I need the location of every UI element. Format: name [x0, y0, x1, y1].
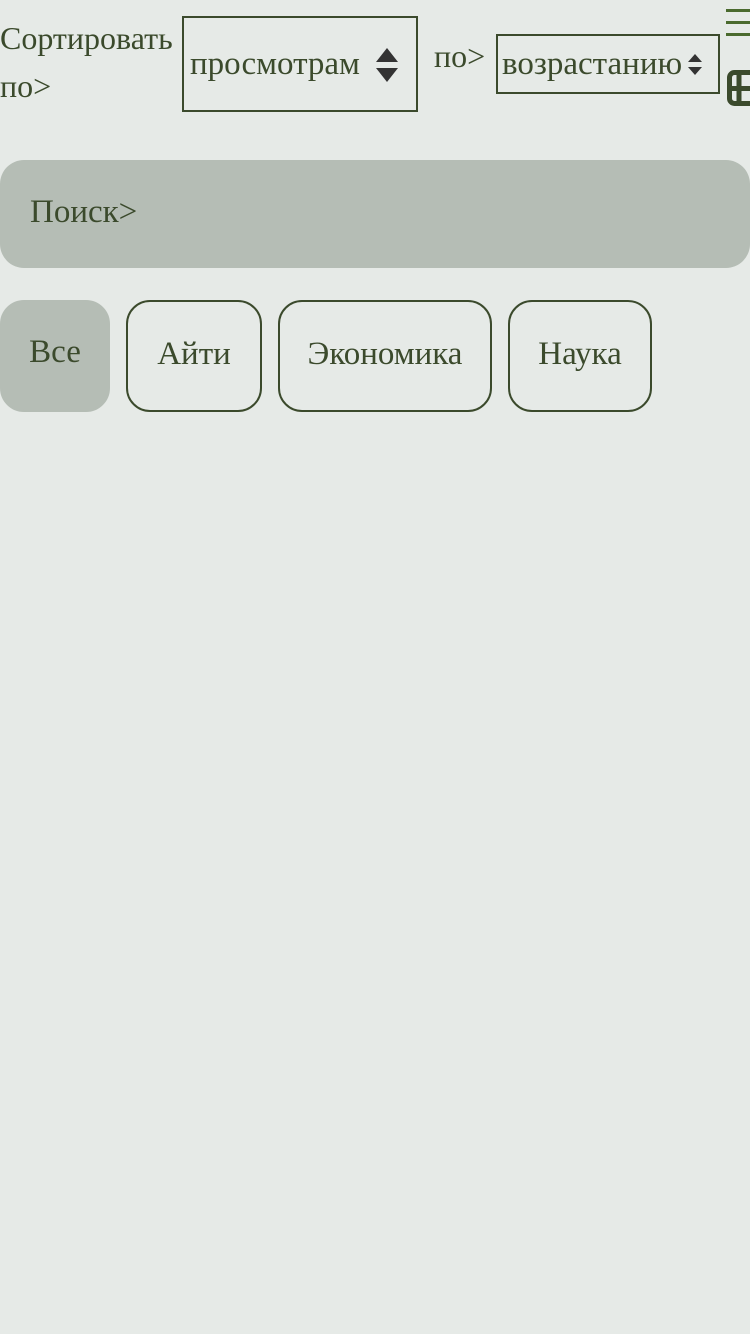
sort-order-select[interactable]: возрастанию: [496, 34, 720, 94]
category-chip-economics[interactable]: Экономика: [278, 300, 492, 412]
select-arrows-icon: [688, 54, 702, 75]
sort-order-label: по>: [434, 38, 486, 74]
search-input[interactable]: Поиск>: [0, 160, 750, 268]
sort-order-value: возрастанию: [502, 46, 683, 82]
sort-by-label: Сортировать по>: [0, 20, 173, 104]
category-chip-label: Экономика: [307, 336, 463, 372]
sort-field-value: просмотрам: [190, 46, 360, 82]
sort-field-select[interactable]: просмотрам: [182, 16, 418, 112]
grid-view-icon[interactable]: [727, 70, 750, 106]
category-chip-all[interactable]: Все: [0, 300, 110, 412]
category-chip-label: Наука: [538, 336, 622, 372]
select-arrows-icon: [376, 48, 398, 82]
search-placeholder: Поиск>: [30, 194, 138, 230]
category-chip-label: Айти: [157, 336, 231, 372]
category-chip-label: Все: [29, 334, 81, 370]
category-chip-it[interactable]: Айти: [126, 300, 262, 412]
category-chip-science[interactable]: Наука: [508, 300, 652, 412]
list-view-icon[interactable]: [726, 6, 750, 40]
